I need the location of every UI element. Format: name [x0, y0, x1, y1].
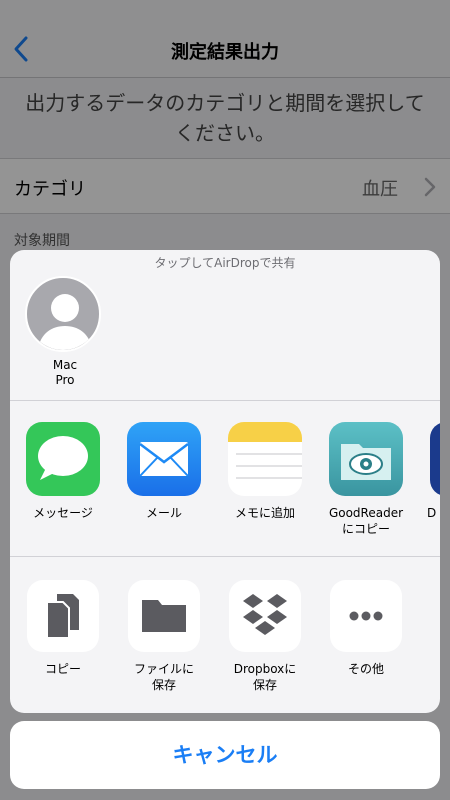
- share-app-messages[interactable]: メッセージ: [23, 422, 103, 521]
- action-label: その他: [347, 662, 384, 676]
- action-more[interactable]: その他: [326, 580, 406, 677]
- dropbox-icon: [229, 580, 301, 652]
- copy-icon: [27, 580, 99, 652]
- airdrop-caption: タップしてAirDropで共有: [154, 256, 296, 270]
- messages-icon: [26, 422, 100, 496]
- airdrop-device-name: Mac Pro: [52, 358, 78, 387]
- share-sheet: タップしてAirDropで共有 Mac Pro メッセージ メール メモに追加 …: [10, 250, 440, 713]
- divider: [10, 400, 440, 401]
- share-app-mail[interactable]: メール: [124, 422, 204, 521]
- folder-icon: [128, 580, 200, 652]
- goodreader-icon: [329, 422, 403, 496]
- action-copy[interactable]: コピー: [23, 580, 103, 677]
- partial-app-icon: [430, 422, 440, 496]
- share-app-label: メッセージ: [33, 506, 93, 520]
- share-app-goodreader[interactable]: GoodReader にコピー: [326, 422, 406, 537]
- mail-icon: [127, 422, 201, 496]
- action-label: コピー: [44, 662, 81, 676]
- action-label: Dropboxに 保存: [233, 662, 297, 692]
- action-label: ファイルに 保存: [133, 662, 194, 692]
- share-app-label: メモに追加: [234, 506, 295, 520]
- divider: [10, 556, 440, 557]
- cancel-button[interactable]: キャンセル: [10, 721, 440, 789]
- share-app-label: メール: [145, 506, 182, 520]
- share-app-label: D: [427, 506, 437, 520]
- person-silhouette-icon: [25, 276, 101, 352]
- notes-icon: [228, 422, 302, 496]
- airdrop-device[interactable]: Mac Pro: [25, 276, 105, 388]
- action-save-to-dropbox[interactable]: Dropboxに 保存: [225, 580, 305, 693]
- share-app-label: GoodReader にコピー: [328, 506, 404, 536]
- share-app-partial[interactable]: D: [427, 422, 440, 521]
- action-save-to-files[interactable]: ファイルに 保存: [124, 580, 204, 693]
- more-icon: [330, 580, 402, 652]
- share-app-notes[interactable]: メモに追加: [225, 422, 305, 521]
